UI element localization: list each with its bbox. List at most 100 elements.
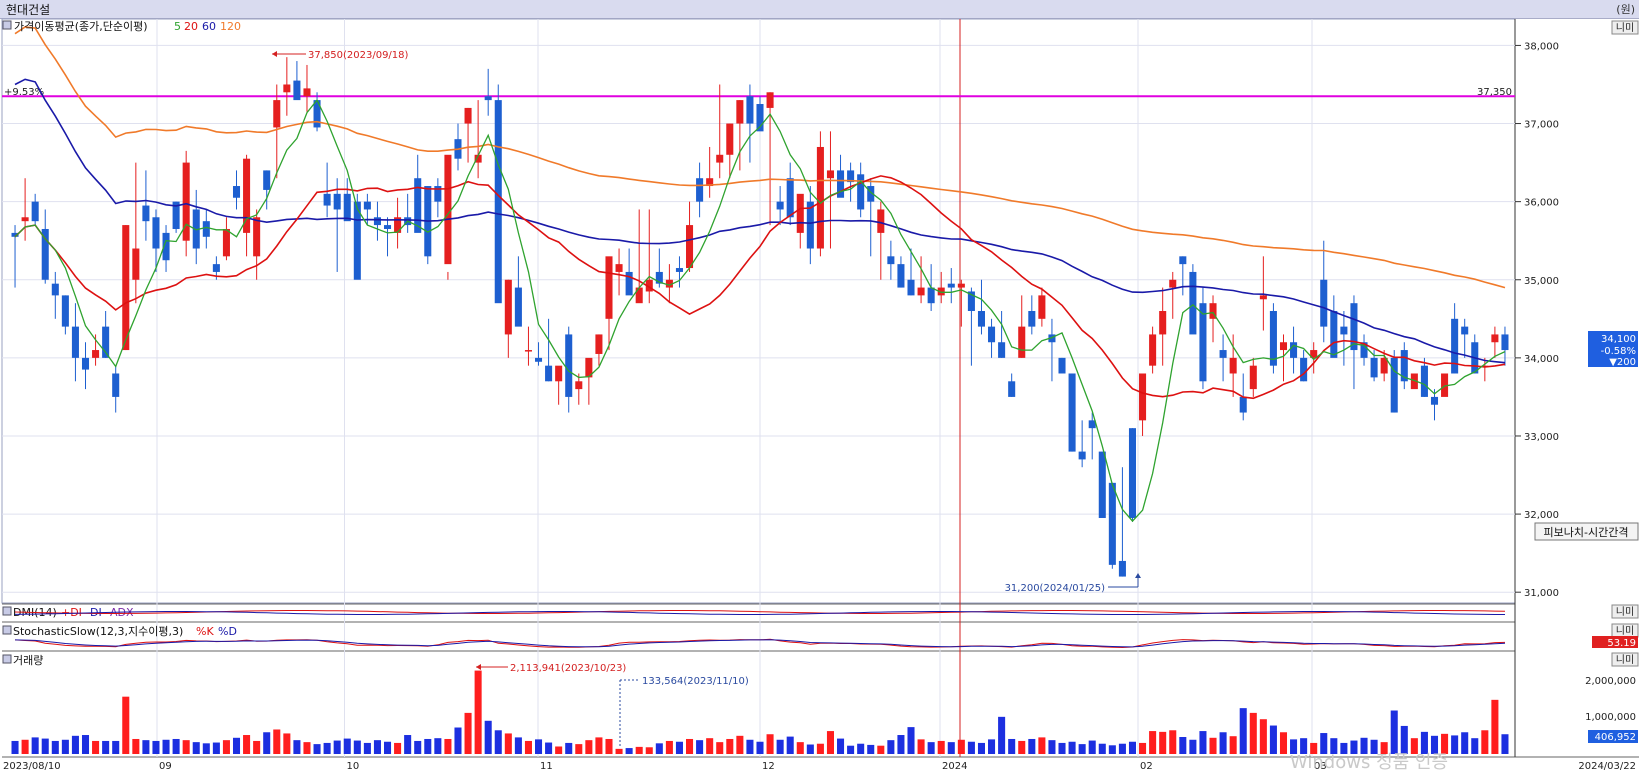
candle-body (977, 311, 985, 327)
candle-body (1430, 396, 1439, 405)
volume-bar (1491, 699, 1499, 754)
candle-body (1239, 396, 1247, 413)
main-panel-controls[interactable]: 니미 (1611, 20, 1639, 35)
stoch-panel-controls[interactable]: 니미 (1611, 623, 1639, 638)
x-month-label: 02 (1140, 761, 1153, 772)
candle-body (243, 158, 251, 233)
candle-body (897, 264, 905, 288)
volume-bar (1461, 732, 1469, 754)
candle-body (786, 178, 794, 218)
candle-body (1491, 334, 1499, 343)
volume-bar (545, 742, 553, 754)
low-annotation: 31,200(2024/01/25) (1005, 583, 1106, 594)
volume-title: 거래량 (13, 654, 43, 667)
volume-bar (716, 742, 724, 754)
volume-bar (1008, 738, 1016, 754)
volume-bar (837, 738, 845, 754)
volume-bar (927, 742, 935, 754)
volume-bar (555, 746, 563, 754)
volume-bar (122, 696, 130, 754)
hline-right-label: 37,350 (1477, 87, 1512, 98)
volume-bar (1098, 743, 1106, 754)
volume-bar (826, 731, 834, 754)
dmi-square-icon[interactable] (2, 606, 12, 616)
candle-body (343, 193, 351, 222)
candle-body (253, 217, 261, 257)
candle-body (484, 96, 492, 101)
last-change-pct: -0.58% (1601, 346, 1636, 357)
volume-bar (1441, 733, 1449, 754)
candle-body (1149, 334, 1157, 366)
candle-body (1259, 295, 1267, 300)
volume-bar (1078, 744, 1086, 754)
last-price: 34,100 (1601, 334, 1636, 345)
volume-bar (867, 744, 875, 754)
ma-legend-60: 60 (202, 20, 216, 33)
candle-body (132, 248, 140, 280)
volume-bar (907, 727, 915, 754)
candle-body (1461, 326, 1469, 335)
volume-bar (172, 738, 180, 754)
volume-bar (1320, 733, 1328, 754)
x-start-date: 2023/08/10 (3, 761, 61, 772)
candle-body (1068, 373, 1076, 452)
volume-bar (1209, 737, 1217, 754)
candle-body (1028, 311, 1036, 327)
volume-bar (303, 742, 311, 754)
y-tick-label: 37,000 (1524, 120, 1559, 131)
volume-bar (333, 740, 341, 754)
volume-bar (947, 742, 955, 754)
x-month-label: 09 (159, 761, 172, 772)
volume-bar (504, 733, 512, 754)
candle-body (92, 350, 100, 358)
svg-text:니미: 니미 (1616, 625, 1634, 637)
volume-bar (1038, 737, 1046, 754)
volume-bar (746, 739, 754, 754)
candle-body (555, 365, 563, 382)
volume-bar (565, 742, 573, 754)
volume-bar (1501, 734, 1509, 754)
high-annotation-arrow-icon (272, 51, 277, 57)
volume-bar (706, 738, 714, 754)
dmi-panel-controls[interactable]: 니미 (1611, 604, 1639, 619)
candle-body (1320, 279, 1328, 327)
volume-bar (1451, 735, 1459, 754)
volume-bar (92, 740, 100, 754)
volume-panel-controls[interactable]: 니미 (1611, 652, 1639, 667)
candle-body (1038, 295, 1046, 319)
volume-bar (434, 738, 442, 754)
candle-body (816, 146, 824, 249)
ma-legend-title: 가격이동평균(종가,단순이평) (14, 20, 148, 33)
candle-body (1179, 256, 1187, 265)
volume-bar (806, 744, 814, 754)
candle-body (81, 357, 90, 370)
x-month-label: 10 (347, 761, 360, 772)
stoch-square-icon[interactable] (2, 625, 12, 635)
volume-square-icon[interactable] (2, 654, 12, 664)
svg-text:니미: 니미 (1616, 22, 1634, 34)
stock-chart[interactable]: 38,000 37,000 36,000 35,000 34,000 33,000 32,0… (0, 0, 1639, 772)
legend-square-icon[interactable] (2, 20, 12, 30)
x-month-label: 11 (540, 761, 553, 772)
volume-bar (71, 735, 79, 754)
low-annotation-arrow-icon (1135, 573, 1141, 578)
volume-bar (1400, 725, 1408, 754)
volume-bar (1058, 742, 1066, 754)
volume-bar (474, 670, 482, 754)
volume-bar (1028, 738, 1036, 754)
candle-body (605, 256, 613, 319)
candle-body (273, 100, 281, 128)
volume-bar (1420, 731, 1428, 754)
candle-body (565, 334, 573, 397)
candle-body (1108, 482, 1116, 565)
volume-bar (776, 739, 784, 754)
volume-bar (484, 720, 492, 754)
volume-bar (857, 743, 865, 754)
volume-bar (81, 735, 90, 754)
volume-bar (132, 738, 140, 754)
candle-body (837, 170, 845, 198)
candle-body (1370, 357, 1378, 378)
y-tick-label: 38,000 (1524, 41, 1559, 52)
candle-body (957, 283, 965, 288)
volume-bar (1139, 742, 1147, 754)
